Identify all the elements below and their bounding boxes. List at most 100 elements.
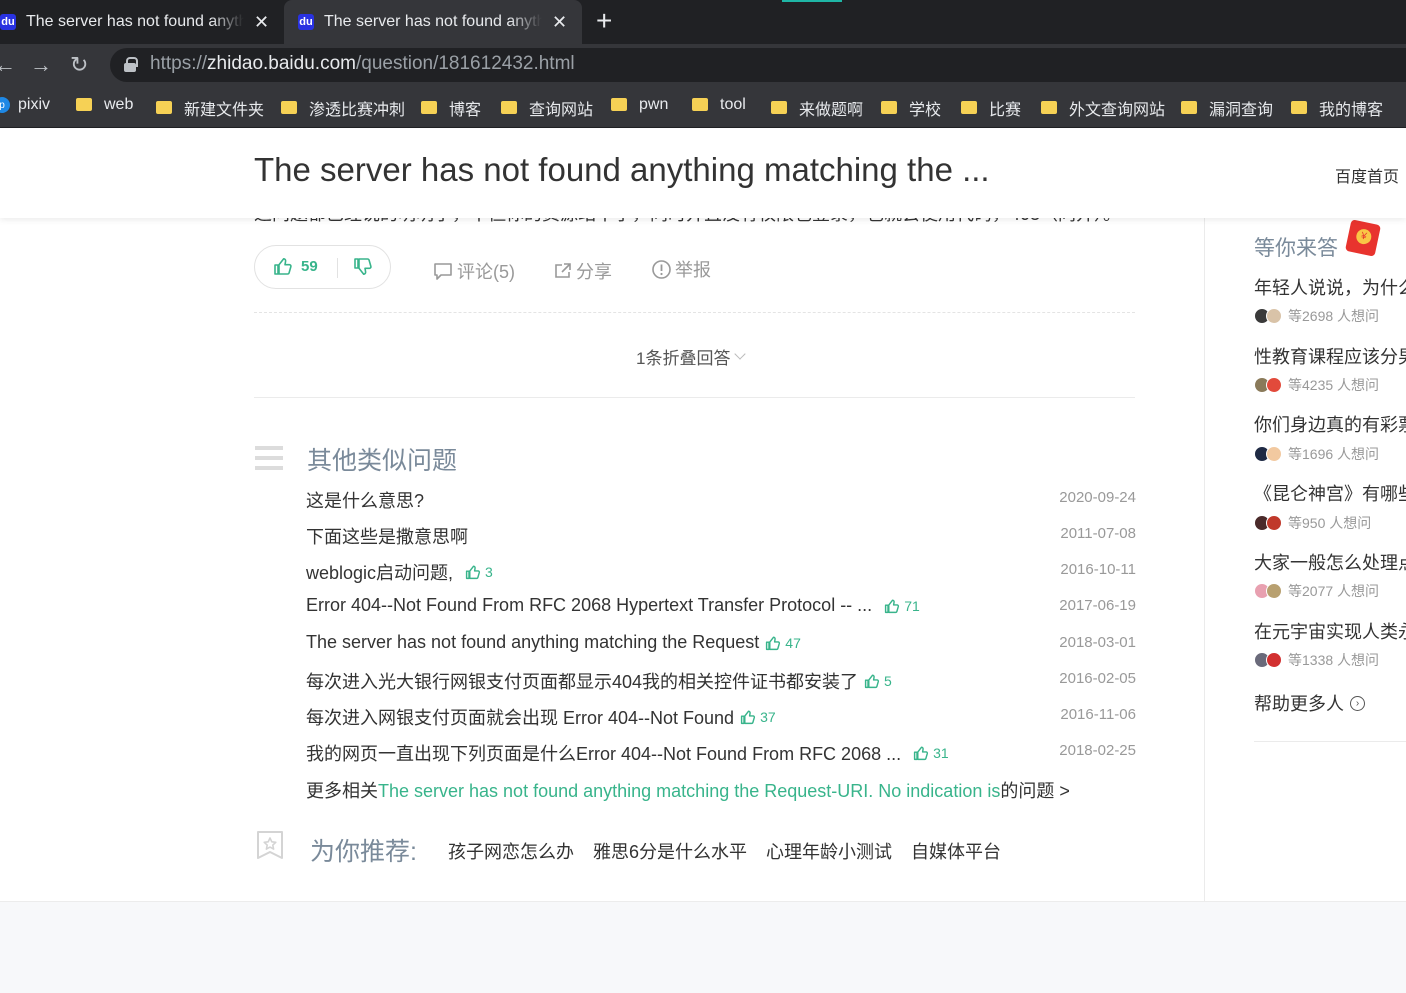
bookmark-folder[interactable]: 比赛 xyxy=(961,96,1021,120)
question-link[interactable]: 下面这些是撒意思啊 xyxy=(306,523,468,549)
question-date: 2016-10-11 xyxy=(1060,561,1136,578)
bookmark-pixiv[interactable]: p pixiv xyxy=(0,96,50,114)
sidebar-question-link[interactable]: 性教育课程应该分男 xyxy=(1254,343,1406,369)
bookmark-folder[interactable]: 新建文件夹 xyxy=(156,96,264,120)
bookmark-folder[interactable]: tool xyxy=(692,96,746,114)
question-link[interactable]: 每次进入光大银行网银支付页面都显示404我的相关控件证书都安装了 xyxy=(306,668,858,694)
question-date: 2016-11-06 xyxy=(1060,706,1136,723)
divider xyxy=(1254,741,1406,742)
recommend-link[interactable]: 孩子网恋怎么办 xyxy=(448,838,574,864)
browser-tab-strip: du The server has not found anything mat… xyxy=(0,0,1406,44)
question-date: 2018-03-01 xyxy=(1059,634,1136,651)
share-icon xyxy=(555,263,571,278)
similar-questions-heading: 其他类似问题 xyxy=(307,447,458,475)
recommend-link[interactable]: 自媒体平台 xyxy=(911,838,1001,864)
question-link[interactable]: 这是什么意思? xyxy=(306,487,424,513)
bookmark-folder[interactable]: 来做题啊 xyxy=(771,96,863,120)
bookmark-folder[interactable]: web xyxy=(76,96,133,114)
url-text[interactable]: https://zhidao.baidu.com/question/181612… xyxy=(150,53,575,75)
comment-icon xyxy=(434,263,452,280)
share-button[interactable]: 分享 xyxy=(553,258,612,284)
avatar xyxy=(1266,308,1282,324)
bookmark-folder[interactable]: 学校 xyxy=(881,96,941,120)
thumbs-up-icon xyxy=(274,258,292,275)
folder-icon xyxy=(1291,100,1307,114)
similar-question-row[interactable]: weblogic启动问题, 3 2016-10-11 xyxy=(306,559,1136,583)
sidebar-question-link[interactable]: 大家一般怎么处理点 xyxy=(1254,549,1406,575)
sidebar-question-meta: 等4235 人想问 xyxy=(1254,375,1379,395)
tab-close-icon[interactable]: ✕ xyxy=(254,12,269,33)
help-more-link[interactable]: 帮助更多人 › xyxy=(1254,690,1365,716)
bookmark-folder[interactable]: 漏洞查询 xyxy=(1181,96,1273,120)
more-related-link[interactable]: 更多相关The server has not found anything ma… xyxy=(306,777,1070,803)
question-date: 2018-02-25 xyxy=(1059,742,1136,759)
baidu-paw-icon: du xyxy=(0,14,16,30)
divider xyxy=(254,312,1135,313)
sidebar-question-link[interactable]: 《昆仑神宫》有哪些 xyxy=(1254,480,1406,506)
folder-icon xyxy=(1041,100,1057,114)
similar-question-row[interactable]: 这是什么意思? 2020-09-24 xyxy=(306,487,1136,511)
sidebar-question-link[interactable]: 在元宇宙实现人类永 xyxy=(1254,618,1406,644)
question-link[interactable]: weblogic启动问题, xyxy=(306,559,453,585)
question-date: 2011-07-08 xyxy=(1060,525,1136,542)
thumbs-up-icon xyxy=(913,746,929,761)
upvote-count: 59 xyxy=(301,257,318,275)
sidebar-question-link[interactable]: 你们身边真的有彩票 xyxy=(1254,411,1406,437)
sidebar-question-meta: 等2698 人想问 xyxy=(1254,306,1379,326)
similar-question-row[interactable]: 每次进入光大银行网银支付页面都显示404我的相关控件证书都安装了 5 2016-… xyxy=(306,668,1136,692)
sidebar-question-meta: 等1696 人想问 xyxy=(1254,444,1379,464)
folder-icon xyxy=(771,100,787,114)
tab-title: The server has not found anything matchi… xyxy=(26,13,244,30)
bookmark-folder[interactable]: 博客 xyxy=(421,96,481,120)
browser-tab-2-active[interactable]: du The server has not found anything mat… xyxy=(284,0,582,44)
reload-icon[interactable]: ↻ xyxy=(70,52,88,78)
avatar xyxy=(1266,583,1282,599)
folder-icon xyxy=(961,100,977,114)
similar-question-row[interactable]: 我的网页一直出现下列页面是什么Error 404--Not Found From… xyxy=(306,740,1136,764)
similar-question-row[interactable]: Error 404--Not Found From RFC 2068 Hyper… xyxy=(306,595,1136,619)
question-likes: 37 xyxy=(740,709,776,725)
thumbs-down-icon xyxy=(354,258,372,275)
pixiv-favicon-icon: p xyxy=(0,97,10,113)
downvote-button[interactable] xyxy=(353,257,373,282)
address-bar[interactable]: https://zhidao.baidu.com/question/181612… xyxy=(110,48,1406,82)
sidebar-divider xyxy=(1204,218,1205,901)
lock-icon[interactable] xyxy=(124,57,138,72)
more-related-keyword[interactable]: The server has not found anything matchi… xyxy=(378,781,1000,801)
bookmark-folder[interactable]: 查询网站 xyxy=(501,96,593,120)
recommend-link[interactable]: 雅思6分是什么水平 xyxy=(593,838,747,864)
folded-answers-toggle[interactable]: 1条折叠回答 xyxy=(636,344,747,369)
bookmark-folder[interactable]: 渗透比赛冲刺 xyxy=(281,96,405,120)
bookmark-folder[interactable]: pwn xyxy=(611,96,668,114)
comment-button[interactable]: 评论(5) xyxy=(432,258,515,284)
question-link[interactable]: The server has not found anything matchi… xyxy=(306,632,759,653)
back-arrow-icon[interactable]: ← xyxy=(0,52,16,78)
bookmarks-bar: p pixiv web 新建文件夹 渗透比赛冲刺 博客 查询网站 pwn tool… xyxy=(0,86,1406,128)
red-packet-icon xyxy=(1345,219,1381,257)
folded-answers-label: 1条折叠回答 xyxy=(636,349,731,368)
bookmark-folder[interactable]: 我的博客 xyxy=(1291,96,1383,120)
report-button[interactable]: 举报 xyxy=(651,256,711,282)
bookmark-folder[interactable]: 外文查询网站 xyxy=(1041,96,1165,120)
chevron-down-icon xyxy=(734,347,747,360)
question-link[interactable]: 每次进入网银支付页面就会出现 Error 404--Not Found xyxy=(306,704,734,730)
sidebar-question-link[interactable]: 年轻人说说，为什么 xyxy=(1254,274,1406,300)
browser-tab-1[interactable]: du The server has not found anything mat… xyxy=(0,0,282,44)
question-link[interactable]: 我的网页一直出现下列页面是什么Error 404--Not Found From… xyxy=(306,740,901,766)
similar-question-row[interactable]: 下面这些是撒意思啊 2011-07-08 xyxy=(306,523,1136,547)
baidu-home-link[interactable]: 百度首页 xyxy=(1335,163,1399,187)
thumbs-up-icon xyxy=(740,710,756,725)
recommend-link[interactable]: 心理年龄小测试 xyxy=(766,838,892,864)
divider xyxy=(254,397,1135,398)
forward-arrow-icon[interactable]: → xyxy=(30,52,52,78)
similar-question-row[interactable]: The server has not found anything matchi… xyxy=(306,632,1136,656)
avatar xyxy=(1266,652,1282,668)
upvote-button[interactable]: 59 xyxy=(273,256,318,276)
similar-question-row[interactable]: 每次进入网银支付页面就会出现 Error 404--Not Found 37 2… xyxy=(306,704,1136,728)
page-title: The server has not found anything matchi… xyxy=(254,151,990,188)
question-link[interactable]: Error 404--Not Found From RFC 2068 Hyper… xyxy=(306,595,872,616)
new-tab-button[interactable]: + xyxy=(596,6,612,36)
tab-close-icon[interactable]: ✕ xyxy=(552,12,567,33)
folder-icon xyxy=(501,100,517,114)
folder-icon xyxy=(421,100,437,114)
